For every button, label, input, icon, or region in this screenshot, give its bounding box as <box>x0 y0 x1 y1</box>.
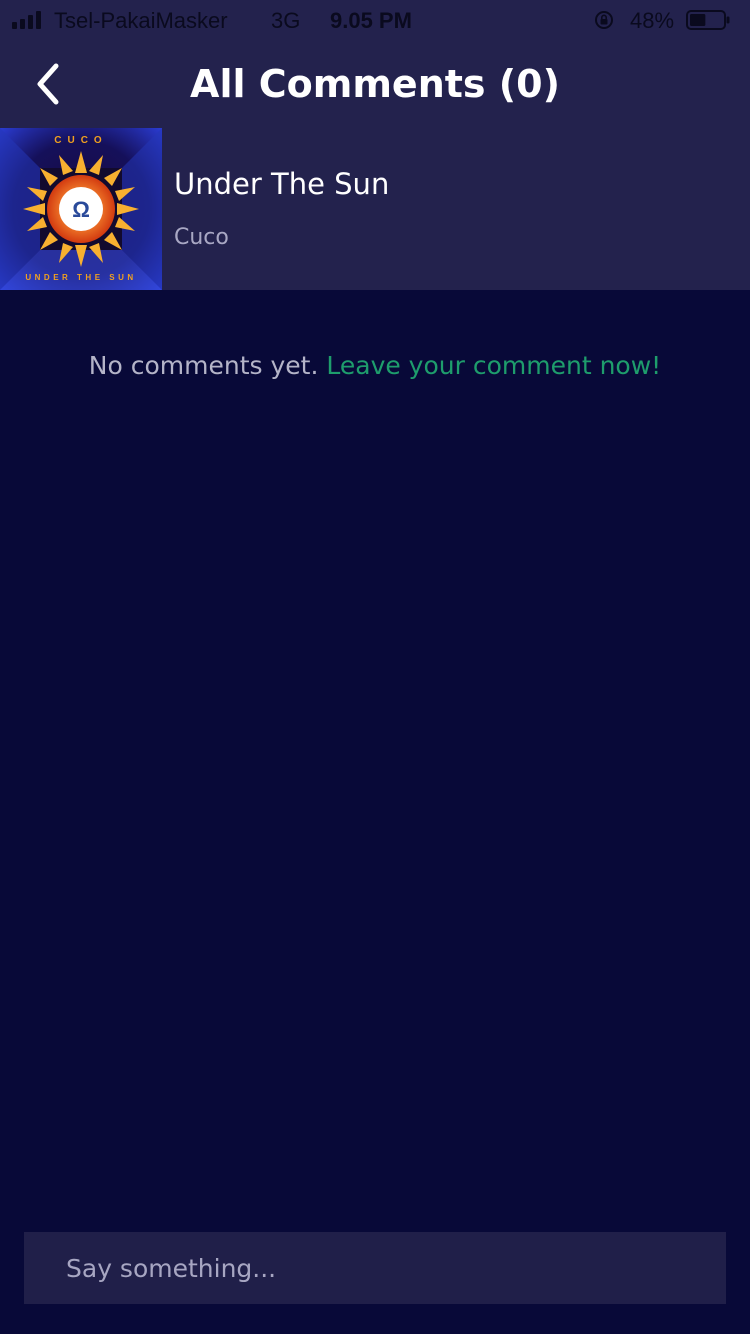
empty-state: No comments yet. Leave your comment now! <box>0 348 750 384</box>
status-bar: Tsel-PakaiMasker 3G 9.05 PM 48% <box>0 0 750 40</box>
status-time: 9.05 PM <box>330 8 412 33</box>
album-art: Ω CUCO UNDER THE SUN <box>0 128 162 290</box>
network-type: 3G <box>271 8 301 33</box>
leave-comment-link[interactable]: Leave your comment now! <box>326 351 661 380</box>
album-art-bottom-text: UNDER THE SUN <box>25 273 136 282</box>
signal-strength-icon <box>12 11 41 29</box>
album-art-top-text: CUCO <box>54 135 107 146</box>
battery-icon <box>686 10 730 30</box>
rotation-lock-icon <box>595 11 613 29</box>
header: All Comments (0) <box>0 40 750 128</box>
song-card[interactable]: Ω CUCO UNDER THE SUN Under The Sun Cuco <box>0 128 750 290</box>
song-artist: Cuco <box>174 225 229 250</box>
battery-percentage: 48% <box>630 8 675 33</box>
carrier-name: Tsel-PakaiMasker <box>54 8 228 33</box>
svg-text:Ω: Ω <box>72 197 90 222</box>
comment-input[interactable] <box>24 1232 726 1304</box>
empty-state-message: No comments yet. <box>88 351 319 380</box>
comments-screen: Tsel-PakaiMasker 3G 9.05 PM 48% All Comm… <box>0 0 750 1334</box>
song-title: Under The Sun <box>174 167 390 201</box>
page-title: All Comments (0) <box>190 62 560 106</box>
